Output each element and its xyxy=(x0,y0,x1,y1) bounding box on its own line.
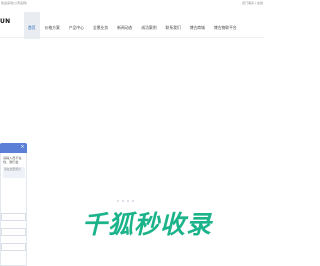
carousel-dot[interactable] xyxy=(117,200,119,202)
site-header: UN 首页 价格方案 产品中心 全景业务 新闻动态 成功案例 联系我们 博古商城… xyxy=(0,6,264,44)
carousel-dot[interactable] xyxy=(122,200,124,202)
chat-header: × xyxy=(0,143,27,153)
chat-message: 请输入员不在线，我们会 xyxy=(3,156,22,165)
chat-input-hint[interactable]: 请在这里留言 xyxy=(3,167,25,178)
chat-body: 请输入员不在线，我们会 请在这里留言 发送 xyxy=(0,153,27,266)
carousel-dot[interactable] xyxy=(127,200,129,202)
site-logo[interactable]: UN xyxy=(0,18,11,25)
brand-logo: 千狐秒收录 xyxy=(82,205,212,241)
close-icon[interactable]: × xyxy=(20,145,25,150)
chat-widget: × 请输入员不在线，我们会 请在这里留言 发送 xyxy=(0,140,27,266)
brand-logo-text: 千狐秒收录 xyxy=(82,210,213,239)
carousel-dot[interactable] xyxy=(132,200,134,202)
email-field[interactable] xyxy=(1,243,26,251)
carousel-dots xyxy=(117,200,134,202)
phone-field[interactable] xyxy=(1,228,26,236)
name-field[interactable] xyxy=(1,213,26,221)
